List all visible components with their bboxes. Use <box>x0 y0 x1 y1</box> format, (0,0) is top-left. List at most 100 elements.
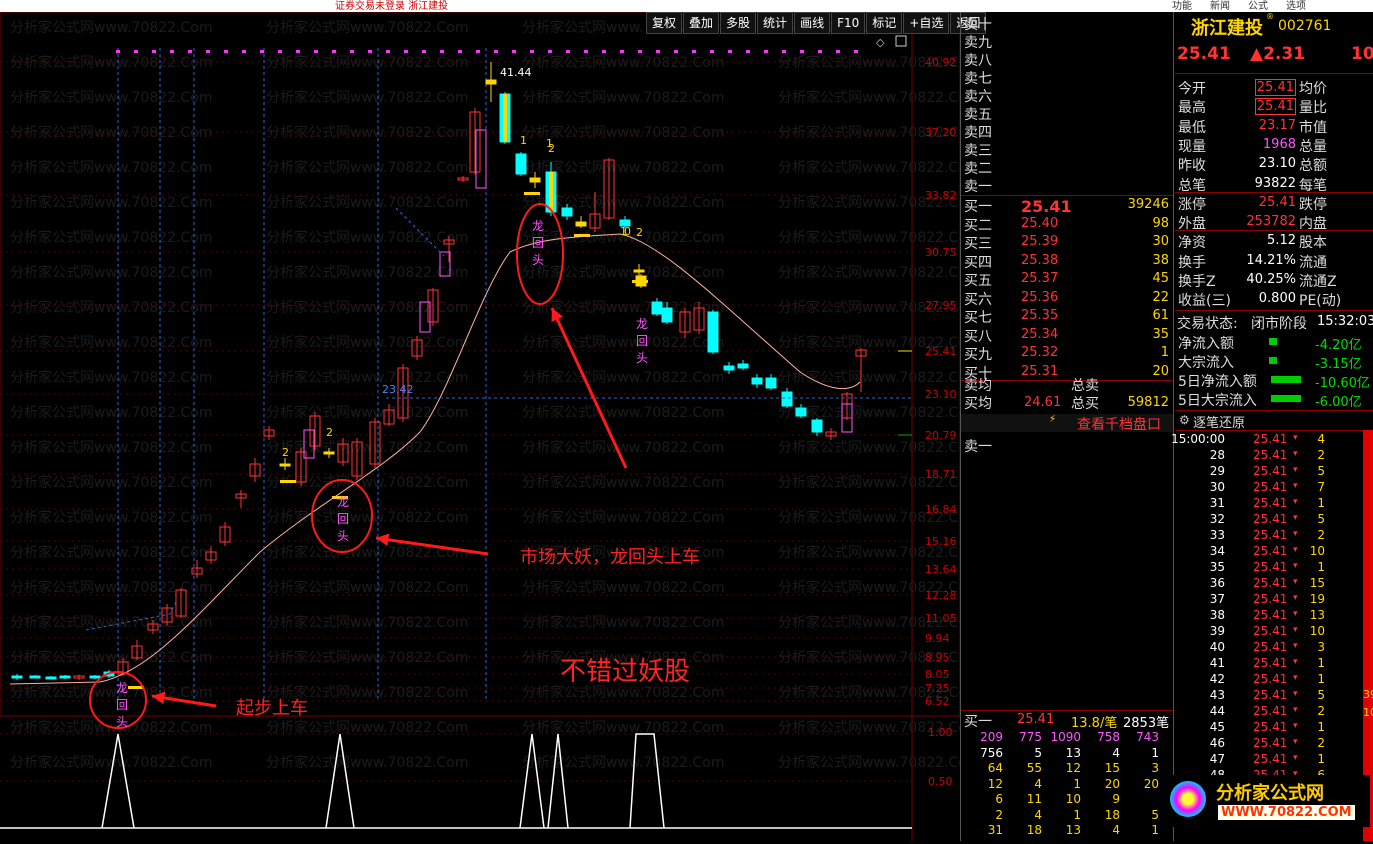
watermark-text: 分析家公式网www.70822.Com <box>266 754 468 771</box>
price-tick-label: 13.64 <box>925 563 957 576</box>
signal-number: 1 <box>520 134 527 147</box>
candle-body <box>781 391 793 407</box>
menu-item-news[interactable]: 新闻 <box>1210 0 1230 12</box>
watermark-text: 分析家公式网www.70822.Com <box>10 754 212 771</box>
tick-arrow-icon: ▾ <box>1293 689 1298 699</box>
signal-dot <box>782 50 786 53</box>
candle-body <box>707 311 719 353</box>
watermark-text: 分析家公式网www.70822.Com <box>522 474 724 491</box>
buy-level-volume: 39246 <box>1127 197 1169 212</box>
toolbar-restore-button[interactable]: 复权 <box>646 12 683 34</box>
candle-body <box>575 221 587 227</box>
signal-dot <box>188 50 192 53</box>
signal-dot <box>458 50 462 53</box>
signal-dot <box>854 50 858 53</box>
queue-cell: 12 <box>987 776 1003 791</box>
signal-dot <box>746 50 750 53</box>
toolbar-draw-button[interactable]: 画线 <box>794 12 831 34</box>
candle-body <box>765 377 777 389</box>
kline-chart-area[interactable]: 分析家公式网www.70822.Com 分析家公式网www.70822.Com 分析… <box>0 11 980 841</box>
candle-body <box>279 463 291 467</box>
buy-level-volume: 61 <box>1152 308 1169 323</box>
signal-dot <box>314 50 318 53</box>
indicator-tick-label: 1.00 <box>928 726 953 739</box>
trade-status-label: 交易状态: <box>1177 316 1238 332</box>
tick-volume: 5 <box>1317 688 1325 702</box>
candle-body-highlight <box>503 94 507 142</box>
buy-level-volume: 98 <box>1152 215 1169 231</box>
menu-item-formula[interactable]: 公式 <box>1248 0 1268 12</box>
quote-value: 14.21% <box>1246 252 1296 268</box>
restore-window-icon <box>895 35 907 47</box>
watermark-text: 分析家公式网www.70822.Com <box>10 124 212 141</box>
tick-price: 25.41 <box>1253 720 1288 734</box>
queue-cell: 9 <box>1112 792 1120 806</box>
tick-arrow-icon: ▾ <box>1293 705 1298 715</box>
caption-main: 市场大妖，龙回头上车 <box>520 547 700 568</box>
divider-line <box>1175 191 1373 193</box>
watermark-text: 分析家公式网www.70822.Com <box>10 474 212 491</box>
menu-item-options[interactable]: 选项 <box>1286 0 1306 12</box>
tick-price: 25.41 <box>1253 656 1288 670</box>
buy-level-label: 买三 <box>964 236 992 252</box>
toolbar-add-watch-button[interactable]: +自选 <box>903 12 950 34</box>
app-title: 证券交易未登录 浙江建投 <box>335 1 449 12</box>
kline-chart[interactable]: 分析家公式网www.70822.Com 分析家公式网www.70822.Com 分析… <box>0 11 980 841</box>
candle-body <box>29 675 41 679</box>
quote-value: 1968 <box>1262 136 1296 152</box>
divider-line <box>1175 73 1373 74</box>
quote-right-label: 总量 <box>1299 138 1327 155</box>
signal-dot <box>350 50 354 53</box>
watermark-text: 分析家公式网www.70822.Com <box>10 579 212 596</box>
quote-right-label: 流通Z <box>1299 274 1337 290</box>
chart-toolbar: 复权 叠加 多股 统计 画线 F10 标记 +自选 返回 <box>645 12 987 34</box>
quote-right-label: 股本 <box>1299 235 1327 252</box>
price-tick-label: 12.28 <box>925 589 957 602</box>
watermark-text: 分析家公式网www.70822.Com <box>10 334 212 351</box>
toolbar-overlay-button[interactable]: 叠加 <box>683 12 720 34</box>
queue-cell: 18 <box>1026 823 1042 837</box>
quote-value: 5.12 <box>1267 233 1296 249</box>
signal-dot <box>134 50 138 53</box>
signal-dot <box>422 50 426 53</box>
dragon-return-label: 头 <box>532 253 544 267</box>
tick-arrow-icon: ▾ <box>1293 641 1298 651</box>
toolbar-multi-button[interactable]: 多股 <box>720 12 757 34</box>
watermark-text: 分析家公式网www.70822.Com <box>10 229 212 246</box>
signal-dot <box>476 50 480 53</box>
queue-cell: 2 <box>995 807 1003 822</box>
menu-item-function[interactable]: 功能 <box>1172 0 1192 12</box>
quote-right-label: 跌停 <box>1299 196 1327 213</box>
dragon-return-label: 龙 <box>636 317 648 331</box>
buy-level-label: 买四 <box>964 254 992 271</box>
signal-dot <box>224 50 228 53</box>
signal-bar <box>524 192 540 195</box>
queue-cell: 13 <box>1065 745 1081 760</box>
tick-price: 25.41 <box>1253 736 1288 750</box>
queue-cell: 15 <box>1104 761 1120 775</box>
signal-dot <box>116 50 120 53</box>
candle-body <box>737 363 749 369</box>
signal-bar <box>280 480 296 483</box>
signal-dot <box>530 50 534 53</box>
toolbar-mark-button[interactable]: 标记 <box>866 12 903 34</box>
watermark-text: 分析家公式网www.70822.Com <box>266 369 468 386</box>
toolbar-stats-button[interactable]: 统计 <box>757 12 794 34</box>
stock-change-pct: 10 <box>1351 44 1373 64</box>
signal-dot <box>602 50 606 53</box>
view-thousand-link[interactable]: 查看千档盘口 <box>1077 414 1161 434</box>
tick-price: 25.41 <box>1253 704 1288 718</box>
signal-dot <box>260 50 264 53</box>
tick-arrow-icon: ▾ <box>1293 721 1298 731</box>
candle-body <box>485 79 497 85</box>
signal-dot <box>242 50 246 53</box>
signal-number: 1 <box>546 137 553 150</box>
tick-arrow-icon: ▾ <box>1293 513 1298 523</box>
toolbar-f10-button[interactable]: F10 <box>831 12 866 34</box>
total-buy-value: 59812 <box>1127 395 1169 410</box>
buy-level-label: 买一 <box>964 199 992 215</box>
tick-arrow-icon: ▾ <box>1293 577 1298 587</box>
tick-volume: 4 <box>1317 432 1325 446</box>
flow-bar <box>1269 338 1277 345</box>
tick-price: 25.41 <box>1253 624 1288 638</box>
